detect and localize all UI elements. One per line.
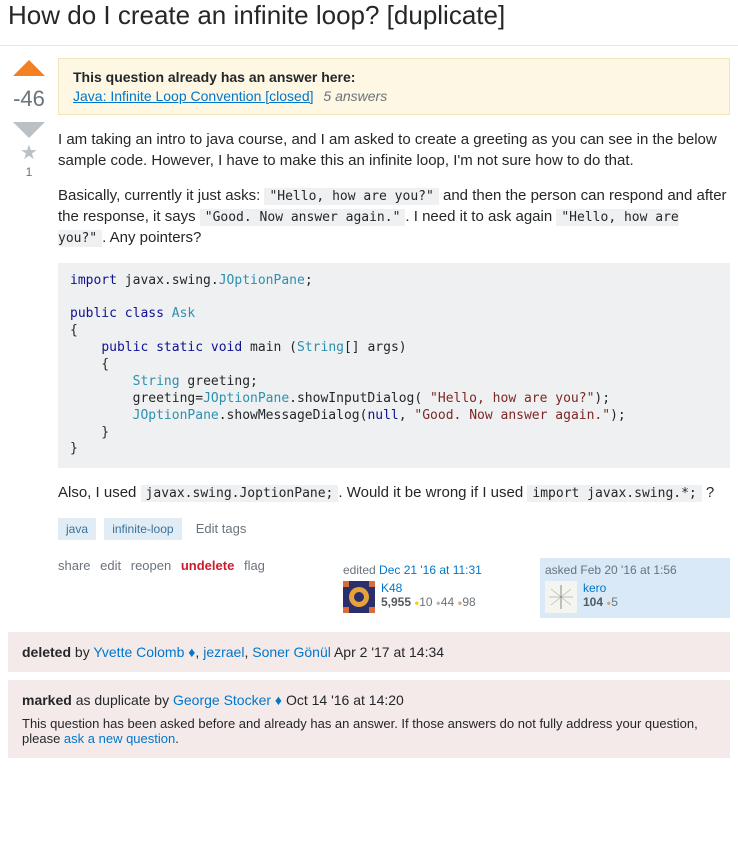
asker-rep: 104	[583, 595, 603, 609]
asker-name-link[interactable]: kero	[583, 581, 618, 595]
editor-name-link[interactable]: K48	[381, 581, 476, 595]
upvote-button[interactable]	[8, 58, 50, 78]
inline-code: "Good. Now answer again."	[200, 209, 406, 226]
undelete-link[interactable]: undelete	[181, 558, 234, 573]
inline-code: import javax.swing.*;	[527, 485, 701, 502]
question-title: How do I create an infinite loop? [dupli…	[0, 0, 738, 45]
inline-code: javax.swing.JoptionPane;	[141, 485, 339, 502]
deleted-label: deleted	[22, 644, 71, 660]
editor-bronze-count: 98	[462, 595, 475, 609]
flag-link[interactable]: flag	[244, 558, 265, 573]
tag-java[interactable]: java	[58, 518, 96, 540]
inline-code: "Hello, how are you?"	[264, 188, 438, 205]
deleter-user-link[interactable]: Yvette Colomb ♦	[93, 644, 195, 660]
edit-tags-link[interactable]: Edit tags	[196, 521, 247, 536]
duplicate-notice: This question already has an answer here…	[58, 58, 730, 115]
reopen-link[interactable]: reopen	[131, 558, 171, 573]
tag-infinite-loop[interactable]: infinite-loop	[104, 518, 181, 540]
favorite-count: 1	[8, 165, 50, 179]
post-para-3: Also, I used javax.swing.JoptionPane;. W…	[58, 482, 730, 503]
post-body: I am taking an intro to java course, and…	[58, 129, 730, 504]
editor-card: edited Dec 21 '16 at 11:31 K48 5,955 ●10…	[338, 558, 528, 618]
duplicate-answer-count: 5 answers	[323, 88, 387, 104]
ask-time: Feb 20 '16 at 1:56	[580, 563, 676, 577]
duplicate-header: This question already has an answer here…	[73, 69, 715, 85]
editor-rep: 5,955	[381, 595, 411, 609]
editor-gold-count: 10	[419, 595, 432, 609]
ask-new-question-link[interactable]: ask a new question	[64, 731, 175, 746]
editor-silver-count: 44	[441, 595, 454, 609]
post-para-2: Basically, currently it just asks: "Hell…	[58, 185, 730, 249]
tag-list: java infinite-loop Edit tags	[58, 518, 730, 540]
edit-time-link[interactable]: Dec 21 '16 at 11:31	[379, 563, 482, 577]
share-link[interactable]: share	[58, 558, 91, 573]
editor-avatar[interactable]	[343, 581, 375, 613]
marked-time: Oct 14 '16 at 14:20	[282, 692, 404, 708]
asker-avatar[interactable]	[545, 581, 577, 613]
deleted-time: Apr 2 '17 at 14:34	[331, 644, 444, 660]
duplicate-link[interactable]: Java: Infinite Loop Convention [closed]	[73, 88, 314, 104]
favorite-button[interactable]: ★	[8, 140, 50, 165]
asker-card: asked Feb 20 '16 at 1:56 kero 104 ●5	[540, 558, 730, 618]
deleted-notice: deleted by Yvette Colomb ♦, jezrael, Son…	[8, 632, 730, 672]
title-divider	[0, 45, 738, 46]
marker-user-link[interactable]: George Stocker ♦	[173, 692, 282, 708]
deleter-user-link[interactable]: Soner Gönül	[252, 644, 331, 660]
edit-link[interactable]: edit	[100, 558, 121, 573]
marked-label: marked	[22, 692, 72, 708]
post-actions: share edit reopen undelete flag	[58, 558, 271, 573]
code-block: import javax.swing.JOptionPane; public c…	[58, 263, 730, 469]
vote-score: -46	[8, 78, 50, 120]
post-para-1: I am taking an intro to java course, and…	[58, 129, 730, 171]
downvote-button[interactable]	[8, 120, 50, 140]
asker-bronze-count: 5	[611, 595, 618, 609]
marked-notice: marked as duplicate by George Stocker ♦ …	[8, 680, 730, 758]
deleter-user-link[interactable]: jezrael	[203, 644, 244, 660]
